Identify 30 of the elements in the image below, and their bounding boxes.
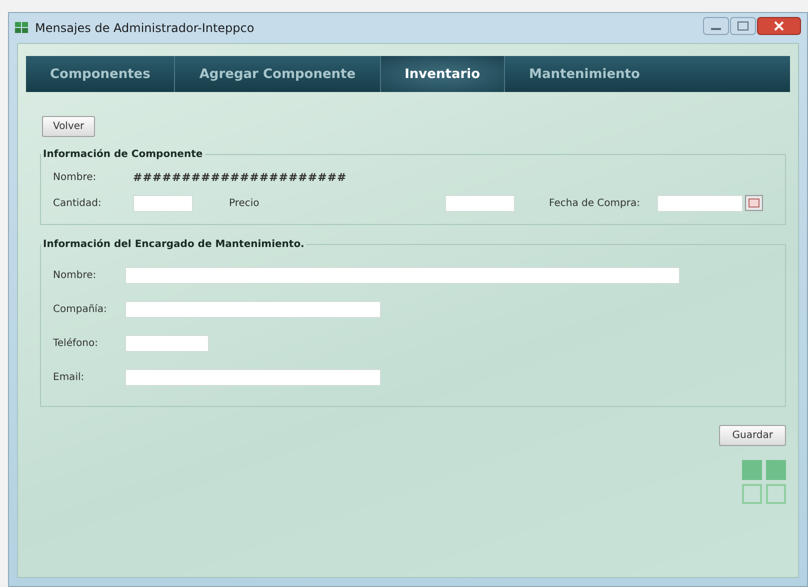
tab[interactable]: Inventario (380, 56, 506, 92)
field-label: Compañía: (53, 304, 108, 314)
tab[interactable]: Mantenimiento (505, 56, 664, 92)
field-label: Teléfono: (53, 338, 99, 348)
date-field[interactable] (657, 194, 743, 212)
field-label: Email: (53, 372, 86, 382)
input-field[interactable] (125, 368, 381, 386)
field-label: Nombre: (53, 270, 98, 280)
logo-icon (742, 460, 786, 504)
back-button[interactable]: Volver (42, 116, 96, 137)
name-value: ###################### (133, 170, 347, 184)
minimize-icon[interactable] (703, 17, 729, 35)
quantity-label: Cantidad: (53, 198, 102, 208)
price-field[interactable] (445, 194, 515, 212)
purchase-date-label: Fecha de Compra: (549, 198, 641, 208)
tab[interactable]: Componentes (26, 56, 176, 92)
group-title: Información del Encargado de Mantenimiento. (42, 239, 306, 250)
input-field[interactable] (125, 334, 209, 352)
calendar-icon[interactable] (745, 195, 763, 211)
price-label: Precio (229, 198, 260, 208)
window-title: Mensajes de Administrador-Inteppco (35, 21, 254, 35)
input-field[interactable] (125, 300, 381, 318)
save-button[interactable]: Guardar (719, 425, 786, 446)
group-title: Información de Componente (42, 149, 204, 160)
close-icon[interactable] (757, 17, 801, 35)
maximize-icon[interactable] (730, 17, 756, 35)
input-field[interactable] (125, 266, 680, 284)
app-icon (15, 22, 29, 34)
quantity-field[interactable] (133, 194, 193, 212)
name-label: Nombre: (53, 172, 98, 182)
